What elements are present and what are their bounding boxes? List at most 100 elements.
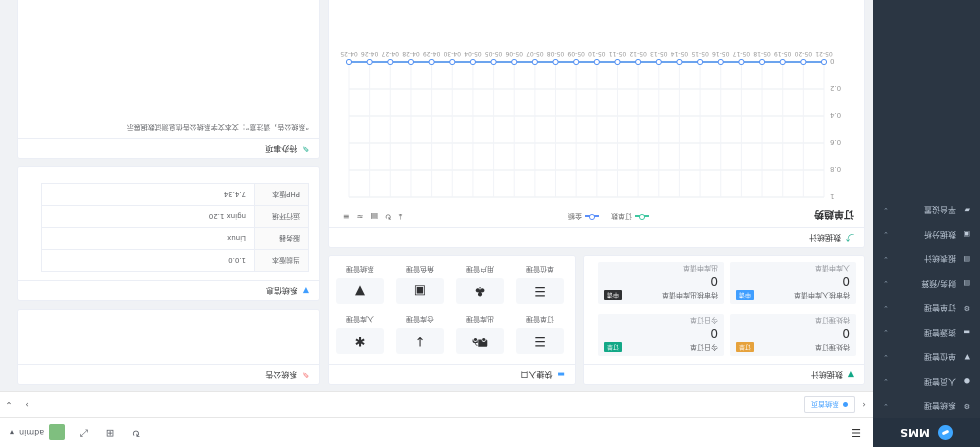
data-point[interactable]: [552, 59, 559, 65]
data-point[interactable]: [469, 59, 476, 65]
data-point[interactable]: [676, 59, 683, 65]
data-point[interactable]: [531, 59, 538, 65]
stat-box[interactable]: 今日订单 订单 0 今日订单: [598, 314, 724, 356]
quick-entry[interactable]: ⛟ 出库管理: [451, 314, 509, 354]
logo[interactable]: MMS: [873, 418, 980, 447]
data-point[interactable]: [635, 59, 642, 65]
sidebar-item[interactable]: ▼ 单位管理 ⌄: [873, 345, 980, 370]
table-row: 运行环境 nginx 1.20: [41, 205, 309, 228]
list2-icon[interactable]: ☰: [516, 278, 564, 304]
x-tick-label: 05-08: [547, 50, 565, 57]
scroll-right-icon[interactable]: ›: [18, 400, 36, 410]
data-point[interactable]: [346, 59, 352, 65]
data-point[interactable]: [779, 59, 786, 65]
quick-entry[interactable]: ▼ 系统管理: [331, 264, 389, 304]
data-point[interactable]: [490, 59, 497, 65]
data-point[interactable]: [573, 59, 580, 65]
sidebar-item[interactable]: ▤ 报表统计 ⌄: [873, 247, 980, 272]
data-point[interactable]: [655, 59, 662, 65]
tags-menu-icon[interactable]: ⌄: [0, 400, 18, 410]
data-point[interactable]: [800, 59, 807, 65]
x-tick-label: 04-26: [361, 50, 379, 57]
stat-box[interactable]: 待审核入库申请单 申请 0 入库申请单: [730, 262, 856, 304]
quick-entry[interactable]: ☰ 单位管理: [511, 264, 569, 304]
stat-value: 0: [842, 326, 850, 340]
quick-entry[interactable]: ☰ 订单管理: [511, 314, 569, 354]
list-icon[interactable]: ☰: [516, 328, 564, 354]
stat-badge: 订单: [604, 342, 623, 352]
data-point[interactable]: [697, 59, 704, 65]
card-title: 数据统计: [809, 233, 841, 242]
data-point[interactable]: [449, 59, 456, 65]
sidebar-item[interactable]: ▤ 财务/预算 ⌄: [873, 271, 980, 296]
sidebar-item[interactable]: ⚙ 系统管理 ⌄: [873, 394, 980, 419]
id-card-icon[interactable]: ▣: [396, 278, 444, 304]
y-tick-label: 1: [830, 192, 834, 200]
card-header: ⤴ 数据统计: [329, 227, 864, 247]
folder-icon: ▬: [963, 328, 970, 337]
data-point[interactable]: [428, 59, 435, 65]
tree-icon[interactable]: ♣: [456, 278, 504, 304]
marker-icon[interactable]: ▼: [336, 278, 384, 304]
sidebar-item[interactable]: ▬ 资源管理 ⌄: [873, 320, 980, 345]
bell-icon[interactable]: ⊞: [97, 427, 123, 438]
stats-card: ▼ 数据统计 待处理订单 订单 0 待处理订单 今日订单 订单 0 今日订单 待审核入库申请单申…: [583, 255, 865, 385]
star-icon[interactable]: ✱: [336, 328, 384, 354]
tag-home[interactable]: 系统首页: [804, 396, 855, 413]
truck-icon[interactable]: ⛟: [456, 328, 504, 354]
quick-entry[interactable]: ▣ 角色管理: [391, 264, 449, 304]
chevron-down-icon: ⌄: [883, 303, 889, 312]
data-point[interactable]: [614, 59, 621, 65]
sidebar-item-label: 资源管理: [924, 327, 956, 337]
sidebar-menu: ⚙ 系统管理 ⌄ ● 人员管理 ⌄ ▼ 单位管理 ⌄ ▬ 资源管理 ⌄ ⚙ 订单管理 ⌄ ▤ 财务/预算 ⌄ ▤ 报表…: [873, 198, 980, 419]
data-point[interactable]: [717, 59, 724, 65]
chart-area: 订单趋势 ⤓ ↻ ▤ ≈ ≡ 订单数 金额 1 0.8 0.6 0.4 0.2 …: [329, 0, 864, 227]
card-title: 系统公告: [265, 370, 298, 379]
data-point[interactable]: [511, 59, 518, 65]
menu-toggle-icon[interactable]: ☰: [839, 426, 873, 439]
x-tick-label: 05-19: [774, 50, 792, 57]
card-header: ▼ 数据统计: [584, 364, 864, 384]
scroll-left-icon[interactable]: ‹: [855, 400, 873, 410]
quick-entry[interactable]: ♣ 用户管理: [451, 264, 509, 304]
sidebar-item[interactable]: ● 人员管理 ⌄: [873, 369, 980, 394]
stat-title: 待审核入库申请单: [794, 291, 850, 299]
info-value: Linux: [41, 227, 255, 250]
quick-entry[interactable]: ✱ 入库管理: [331, 314, 389, 354]
data-point[interactable]: [407, 59, 414, 65]
refresh-icon[interactable]: ↻: [123, 427, 149, 438]
sidebar-item[interactable]: ▰ 平台设置 ⌄: [873, 198, 980, 223]
data-point[interactable]: [593, 59, 600, 65]
stat-box[interactable]: 待处理订单 订单 0 待处理订单: [730, 314, 856, 356]
data-point[interactable]: [366, 59, 373, 65]
notice-icon: ✎: [302, 370, 309, 379]
x-tick-label: 05-14: [671, 50, 689, 57]
chevron-down-icon: ⌄: [883, 328, 889, 337]
fullscreen-icon[interactable]: ⤢: [71, 427, 97, 438]
data-point[interactable]: [387, 59, 394, 65]
settings-icon: ▰: [964, 205, 970, 214]
stat-subtitle: 待处理订单: [815, 316, 850, 324]
data-point[interactable]: [738, 59, 745, 65]
stat-box[interactable]: 待审核出库申请单 申请 0 出库申请单: [598, 262, 724, 304]
down-arrow-icon[interactable]: ↓: [396, 328, 444, 354]
x-tick-label: 05-15: [691, 50, 709, 57]
data-point[interactable]: [821, 59, 827, 65]
x-tick-label: 05-12: [629, 50, 647, 57]
stat-value: 0: [710, 326, 718, 340]
data-point[interactable]: [759, 59, 766, 65]
y-tick-label: 0.4: [829, 111, 841, 119]
card-header: ▬ 快捷入口: [329, 364, 575, 384]
trend-card: ⤴ 数据统计 订单趋势 ⤓ ↻ ▤ ≈ ≡ 订单数 金额 1 0.8 0.6 0…: [328, 0, 865, 248]
user-menu[interactable]: admin ▾: [0, 424, 71, 441]
active-dot-icon: [843, 402, 848, 407]
card-header: ✎ 系统公告: [18, 364, 319, 384]
sidebar-item[interactable]: ▣ 数据分析 ⌄: [873, 222, 980, 247]
card-header: ✎ 待办事项: [18, 138, 319, 158]
info-key: 当前版本: [254, 249, 309, 272]
stat-subtitle: 出库申请单: [683, 264, 718, 272]
card-title: 待办事项: [265, 144, 298, 153]
quick-entry[interactable]: ↓ 仓库管理: [391, 314, 449, 354]
sidebar-item[interactable]: ⚙ 订单管理 ⌄: [873, 296, 980, 321]
quick-entry-label: 订单管理: [526, 315, 554, 323]
